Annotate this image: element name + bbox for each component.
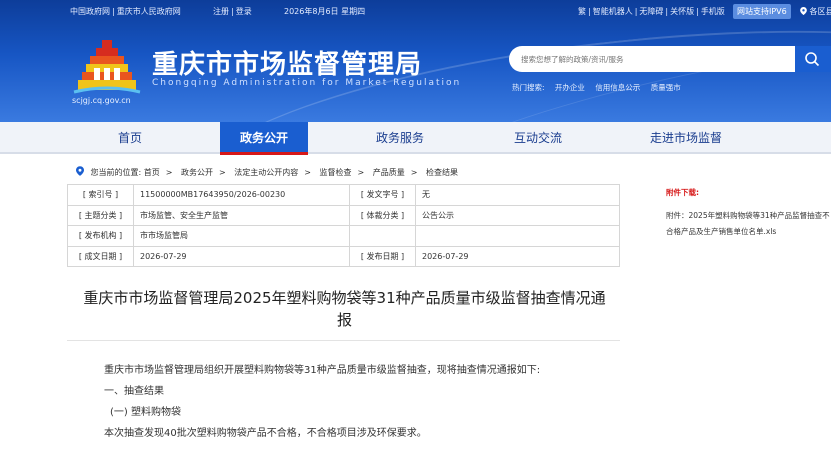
article-body: 重庆市市场监督管理局组织开展塑料购物袋等31种产品质量市级监督抽查，现将抽查情况… xyxy=(84,362,604,443)
breadcrumb-item[interactable]: 产品质量 xyxy=(373,168,405,177)
search-button[interactable] xyxy=(795,46,831,72)
attachment-link-text: 附件：2025年塑料购物袋等31种产品监督抽查不合格产品及生产销售单位名单.xl… xyxy=(666,211,830,236)
nav-active-indicator xyxy=(220,152,308,155)
region-label: 各区县 xyxy=(809,7,831,16)
location-icon xyxy=(800,7,807,15)
meta-label: [ 体裁分类 ] xyxy=(349,204,416,226)
hot-term[interactable]: 开办企业 xyxy=(555,83,585,92)
meta-value-index-no: 11500000MB17643950/2026-00230 xyxy=(133,184,350,206)
search-input[interactable] xyxy=(521,51,791,67)
table-row: [ 索引号 ] 11500000MB17643950/2026-00230 [ … xyxy=(67,184,620,206)
subsection-heading: (一) 塑料购物袋 xyxy=(110,407,181,418)
hot-search: 热门搜索: 开办企业 信用信息公示 质量强市 xyxy=(512,82,689,93)
site-domain: scjgj.cq.gov.cn xyxy=(72,96,131,105)
nav-about[interactable]: 走进市场监督 xyxy=(628,122,744,154)
search-icon xyxy=(805,52,820,67)
table-row: [ 主题分类 ] 市场监管、安全生产监管 [ 体裁分类 ] 公告公示 xyxy=(67,204,620,226)
link-gov[interactable]: 中国政府网 xyxy=(70,7,110,16)
hot-term[interactable]: 质量强市 xyxy=(651,83,681,92)
breadcrumb-item[interactable]: 政务公开 xyxy=(181,168,213,177)
register-link[interactable]: 注册 xyxy=(213,7,229,16)
main-nav: 首页 政务公开 政务服务 互动交流 走进市场监督 xyxy=(0,122,831,155)
nav-home[interactable]: 首页 xyxy=(82,122,178,154)
attachment-link[interactable]: 附件：2025年塑料购物袋等31种产品监督抽查不合格产品及生产销售单位名单.xl… xyxy=(666,208,831,240)
nav-gov-service[interactable]: 政务服务 xyxy=(352,122,448,154)
hot-term[interactable]: 信用信息公示 xyxy=(595,83,640,92)
meta-value-created: 2026-07-29 xyxy=(133,245,350,267)
article-paragraph: 重庆市市场监督管理局组织开展塑料购物袋等31种产品质量市级监督抽查，现将抽查情况… xyxy=(104,365,541,376)
attachment-heading: 附件下载: xyxy=(666,188,699,197)
nav-interaction[interactable]: 互动交流 xyxy=(490,122,586,154)
site-subtitle: Chongqing Administration for Market Regu… xyxy=(152,78,462,88)
table-row: [ 成文日期 ] 2026-07-29 [ 发布日期 ] 2026-07-29 xyxy=(67,245,620,267)
title-divider xyxy=(67,340,620,341)
meta-value-issuer: 市市场监管局 xyxy=(133,225,350,247)
section-heading: 一、抽查结果 xyxy=(104,386,164,397)
meta-empty-cell xyxy=(349,225,416,247)
ipv6-badge: 网站支持IPV6 xyxy=(733,4,791,19)
hot-search-label: 热门搜索: xyxy=(512,83,545,92)
breadcrumb-item[interactable]: 首页 xyxy=(144,168,160,177)
top-utility-bar: 中国政府网 | 重庆市人民政府网 注册 | 登录 2026年8月6日 星期四 繁 | 智能机… xyxy=(0,0,831,22)
search-box xyxy=(509,46,831,72)
traditional-link[interactable]: 繁 xyxy=(578,7,586,16)
meta-label: [ 成文日期 ] xyxy=(67,245,134,267)
robot-link[interactable]: 智能机器人 xyxy=(593,7,633,16)
document-metadata-table: [ 索引号 ] 11500000MB17643950/2026-00230 [ … xyxy=(67,184,620,267)
emblem-logo-icon xyxy=(73,40,141,94)
nav-gov-open[interactable]: 政务公开 xyxy=(220,122,308,154)
breadcrumb-item[interactable]: 法定主动公开内容 xyxy=(234,168,298,177)
breadcrumb-prefix: 您当前的位置: xyxy=(90,168,142,177)
accessible-link[interactable]: 无障碍 xyxy=(639,7,663,16)
breadcrumb-item[interactable]: 监督检查 xyxy=(320,168,352,177)
meta-value-topic: 市场监管、安全生产监管 xyxy=(133,204,350,226)
meta-value-published: 2026-07-29 xyxy=(415,245,620,267)
meta-label: [ 发文字号 ] xyxy=(349,184,416,206)
region-selector[interactable]: 各区县 xyxy=(800,6,831,17)
meta-label: [ 发布机构 ] xyxy=(67,225,134,247)
table-row: [ 发布机构 ] 市市场监管局 xyxy=(67,225,620,247)
breadcrumb-item[interactable]: 检查结果 xyxy=(426,168,458,177)
meta-value-doc-no: 无 xyxy=(415,184,620,206)
link-cq-gov[interactable]: 重庆市人民政府网 xyxy=(117,7,181,16)
site-title: 重庆市市场监督管理局 xyxy=(152,50,423,80)
meta-value-genre: 公告公示 xyxy=(415,204,620,226)
location-pin-icon xyxy=(76,166,84,176)
article-paragraph: 本次抽查发现40批次塑料购物袋产品不合格，不合格项目涉及环保要求。 xyxy=(104,428,427,439)
login-link[interactable]: 登录 xyxy=(236,7,252,16)
breadcrumb: 您当前的位置: 首页 > 政务公开 > 法定主动公开内容 > 监督检查 > 产品质量 > … xyxy=(76,166,458,178)
current-date: 2026年8月6日 星期四 xyxy=(284,7,366,16)
meta-empty-cell xyxy=(415,225,620,247)
meta-label: [ 发布日期 ] xyxy=(349,245,416,267)
article-title: 重庆市市场监督管理局2025年塑料购物袋等31种产品质量市级监督抽查情况通报 xyxy=(83,289,606,329)
meta-label: [ 索引号 ] xyxy=(67,184,134,206)
care-link[interactable]: 关怀版 xyxy=(670,7,694,16)
mobile-link[interactable]: 手机版 xyxy=(701,7,725,16)
meta-label: [ 主题分类 ] xyxy=(67,204,134,226)
